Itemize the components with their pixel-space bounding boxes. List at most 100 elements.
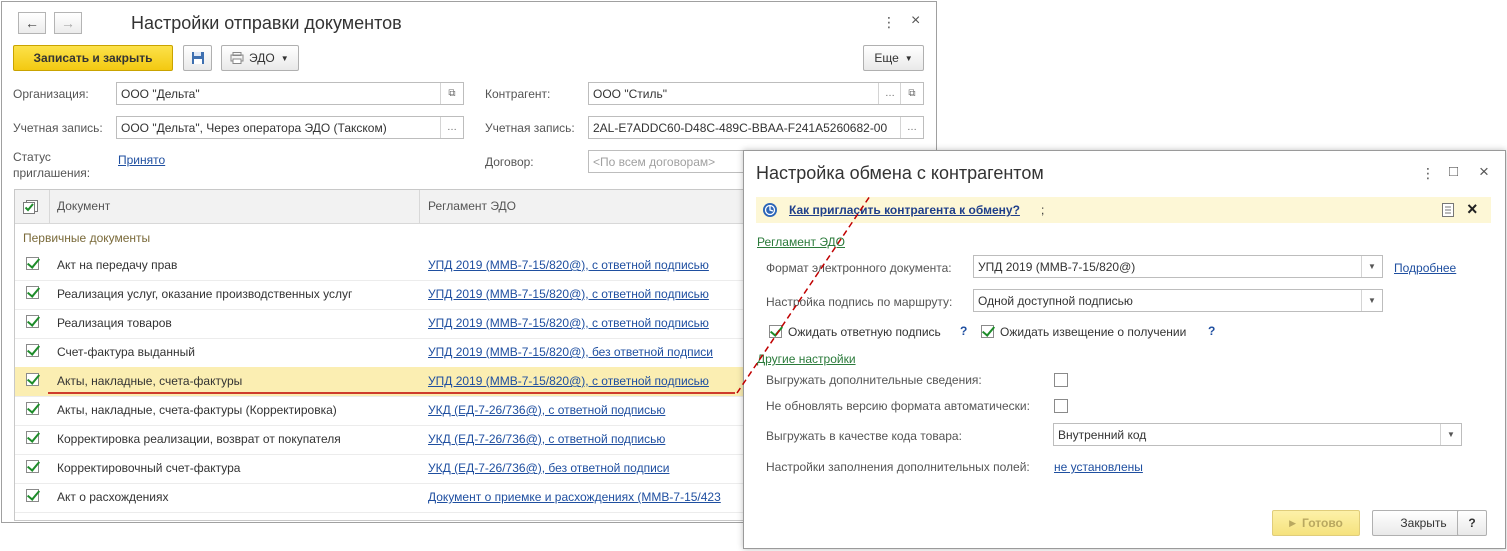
sign-label: Настройка подпись по маршруту: [766, 295, 953, 309]
code-label: Выгружать в качестве кода товара: [766, 429, 962, 443]
check-all-icon[interactable] [23, 199, 39, 214]
fill-link[interactable]: не установлены [1054, 460, 1143, 474]
more-label: Еще [874, 51, 899, 65]
open-icon[interactable]: ⧉ [440, 83, 463, 104]
section-reglament[interactable]: Регламент ЭДО [757, 235, 845, 249]
chevron-down-icon[interactable]: ▼ [1440, 424, 1461, 445]
row-reglament-link[interactable]: УПД 2019 (ММВ-7-15/820@), без ответной п… [428, 345, 713, 359]
floppy-icon [191, 52, 204, 64]
info-icon [763, 203, 777, 217]
row-reglament-link[interactable]: УКД (ЕД-7-26/736@), без ответной подписи [428, 461, 669, 475]
row-checkbox[interactable] [26, 315, 39, 328]
row-document: Акт на передачу прав [57, 258, 178, 272]
chevron-down-icon[interactable]: ▼ [1361, 256, 1382, 277]
select-icon[interactable]: … [440, 117, 463, 138]
close-icon[interactable]: × [1479, 162, 1489, 182]
format-select[interactable]: УПД 2019 (ММВ-7-15/820@) ▼ [973, 255, 1383, 278]
edo-button[interactable]: ЭДО ▼ [221, 45, 299, 71]
status-label-2: приглашения: [13, 166, 91, 180]
back-button[interactable]: ← [18, 12, 46, 34]
row-document: Реализация услуг, оказание производствен… [57, 287, 353, 301]
row-checkbox[interactable] [26, 431, 39, 444]
ok-button[interactable]: ▶ Готово [1272, 510, 1360, 536]
row-reglament-link[interactable]: УКД (ЕД-7-26/736@), с ответной подписью [428, 432, 665, 446]
row-checkbox[interactable] [26, 286, 39, 299]
group-header: Первичные документы [23, 231, 151, 245]
chevron-down-icon: ▼ [280, 53, 289, 63]
edo-label: ЭДО [249, 51, 275, 65]
account-value: ООО "Дельта", Через оператора ЭДО (Такск… [121, 120, 387, 135]
row-reglament-link[interactable]: УПД 2019 (ММВ-7-15/820@), с ответной под… [428, 258, 709, 272]
row-reglament-link[interactable]: УПД 2019 (ММВ-7-15/820@), с ответной под… [428, 316, 709, 330]
wait-sign-label: Ожидать ответную подпись [788, 325, 941, 339]
no-update-label: Не обновлять версию формата автоматическ… [766, 399, 1030, 413]
contract-label: Договор: [485, 155, 534, 169]
info-bar: Как пригласить контрагента к обмену? ; × [756, 197, 1491, 223]
chevron-down-icon[interactable]: ▼ [1361, 290, 1382, 311]
invite-help-link[interactable]: Как пригласить контрагента к обмену? [789, 203, 1020, 217]
more-button[interactable]: Еще ▼ [863, 45, 924, 71]
row-checkbox[interactable] [26, 344, 39, 357]
forward-button[interactable]: → [54, 12, 82, 34]
details-link[interactable]: Подробнее [1394, 261, 1456, 275]
counterparty-field[interactable]: ООО "Стиль" … ⧉ [588, 82, 924, 105]
wait-notice-checkbox[interactable] [981, 325, 994, 338]
account-field[interactable]: ООО "Дельта", Через оператора ЭДО (Такск… [116, 116, 464, 139]
menu-dots-icon[interactable]: ⋮ [1421, 165, 1435, 182]
row-document: Реализация товаров [57, 316, 172, 330]
extra-info-checkbox[interactable] [1054, 373, 1068, 387]
row-document: Корректировочный счет-фактура [57, 461, 241, 475]
row-reglament-link[interactable]: УПД 2019 (ММВ-7-15/820@), с ответной под… [428, 287, 709, 301]
row-checkbox[interactable] [26, 489, 39, 502]
info-suffix: ; [1041, 203, 1045, 217]
org-value: ООО "Дельта" [121, 86, 200, 101]
counterparty-label: Контрагент: [485, 87, 551, 101]
wait-notice-label: Ожидать извещение о получении [1000, 325, 1187, 339]
row-document: Счет-фактура выданный [57, 345, 195, 359]
help-button[interactable]: ? [1457, 510, 1487, 536]
open-icon[interactable]: ⧉ [900, 83, 923, 104]
row-reglament-link[interactable]: Документ о приемке и расхождениях (ММВ-7… [428, 490, 721, 504]
row-document: Акты, накладные, счета-фактуры [57, 374, 243, 388]
org-field[interactable]: ООО "Дельта" ⧉ [116, 82, 464, 105]
row-checkbox[interactable] [26, 257, 39, 270]
maximize-icon[interactable]: □ [1449, 163, 1458, 180]
arrow-right-icon: ▶ [1289, 517, 1297, 528]
exchange-settings-dialog: Настройка обмена с контрагентом ⋮ □ × Ка… [743, 150, 1506, 549]
save-button[interactable] [183, 45, 212, 71]
dialog-title: Настройка обмена с контрагентом [756, 163, 1044, 183]
wait-sign-checkbox[interactable] [769, 325, 782, 338]
code-select[interactable]: Внутренний код ▼ [1053, 423, 1462, 446]
cp-account-value: 2AL-E7ADDC60-D48C-489C-BBAA-F241A5260682… [593, 120, 888, 135]
org-label: Организация: [13, 87, 89, 101]
window-title: Настройки отправки документов [131, 13, 402, 33]
section-other[interactable]: Другие настройки [757, 352, 856, 366]
cp-account-field[interactable]: 2AL-E7ADDC60-D48C-489C-BBAA-F241A5260682… [588, 116, 924, 139]
counterparty-value: ООО "Стиль" [593, 86, 667, 101]
row-reglament-link[interactable]: УКД (ЕД-7-26/736@), с ответной подписью [428, 403, 665, 417]
info-close-icon[interactable]: × [1467, 199, 1478, 220]
row-checkbox[interactable] [26, 460, 39, 473]
arrow-right-icon: → [61, 15, 75, 31]
row-checkbox[interactable] [26, 373, 39, 386]
select-icon[interactable]: … [878, 83, 901, 104]
account-label: Учетная запись: [13, 121, 103, 135]
col-document[interactable]: Документ [57, 199, 110, 213]
row-reglament-link[interactable]: УПД 2019 (ММВ-7-15/820@), с ответной под… [428, 374, 709, 388]
format-value: УПД 2019 (ММВ-7-15/820@) [978, 259, 1136, 274]
col-reglament[interactable]: Регламент ЭДО [428, 199, 516, 213]
row-document: Корректировка реализации, возврат от пок… [57, 432, 341, 446]
save-close-button[interactable]: Записать и закрыть [13, 45, 173, 71]
sign-value: Одной доступной подписью [978, 293, 1133, 308]
help-icon[interactable]: ? [960, 324, 967, 338]
select-icon[interactable]: … [900, 117, 923, 138]
no-update-checkbox[interactable] [1054, 399, 1068, 413]
close-icon[interactable]: × [911, 12, 920, 30]
menu-dots-icon[interactable]: ⋮ [882, 14, 896, 31]
sign-select[interactable]: Одной доступной подписью ▼ [973, 289, 1383, 312]
row-checkbox[interactable] [26, 402, 39, 415]
contract-field[interactable]: <По всем договорам> [588, 150, 748, 173]
help-icon[interactable]: ? [1208, 324, 1215, 338]
status-link[interactable]: Принято [118, 153, 165, 167]
document-icon[interactable] [1442, 203, 1454, 217]
